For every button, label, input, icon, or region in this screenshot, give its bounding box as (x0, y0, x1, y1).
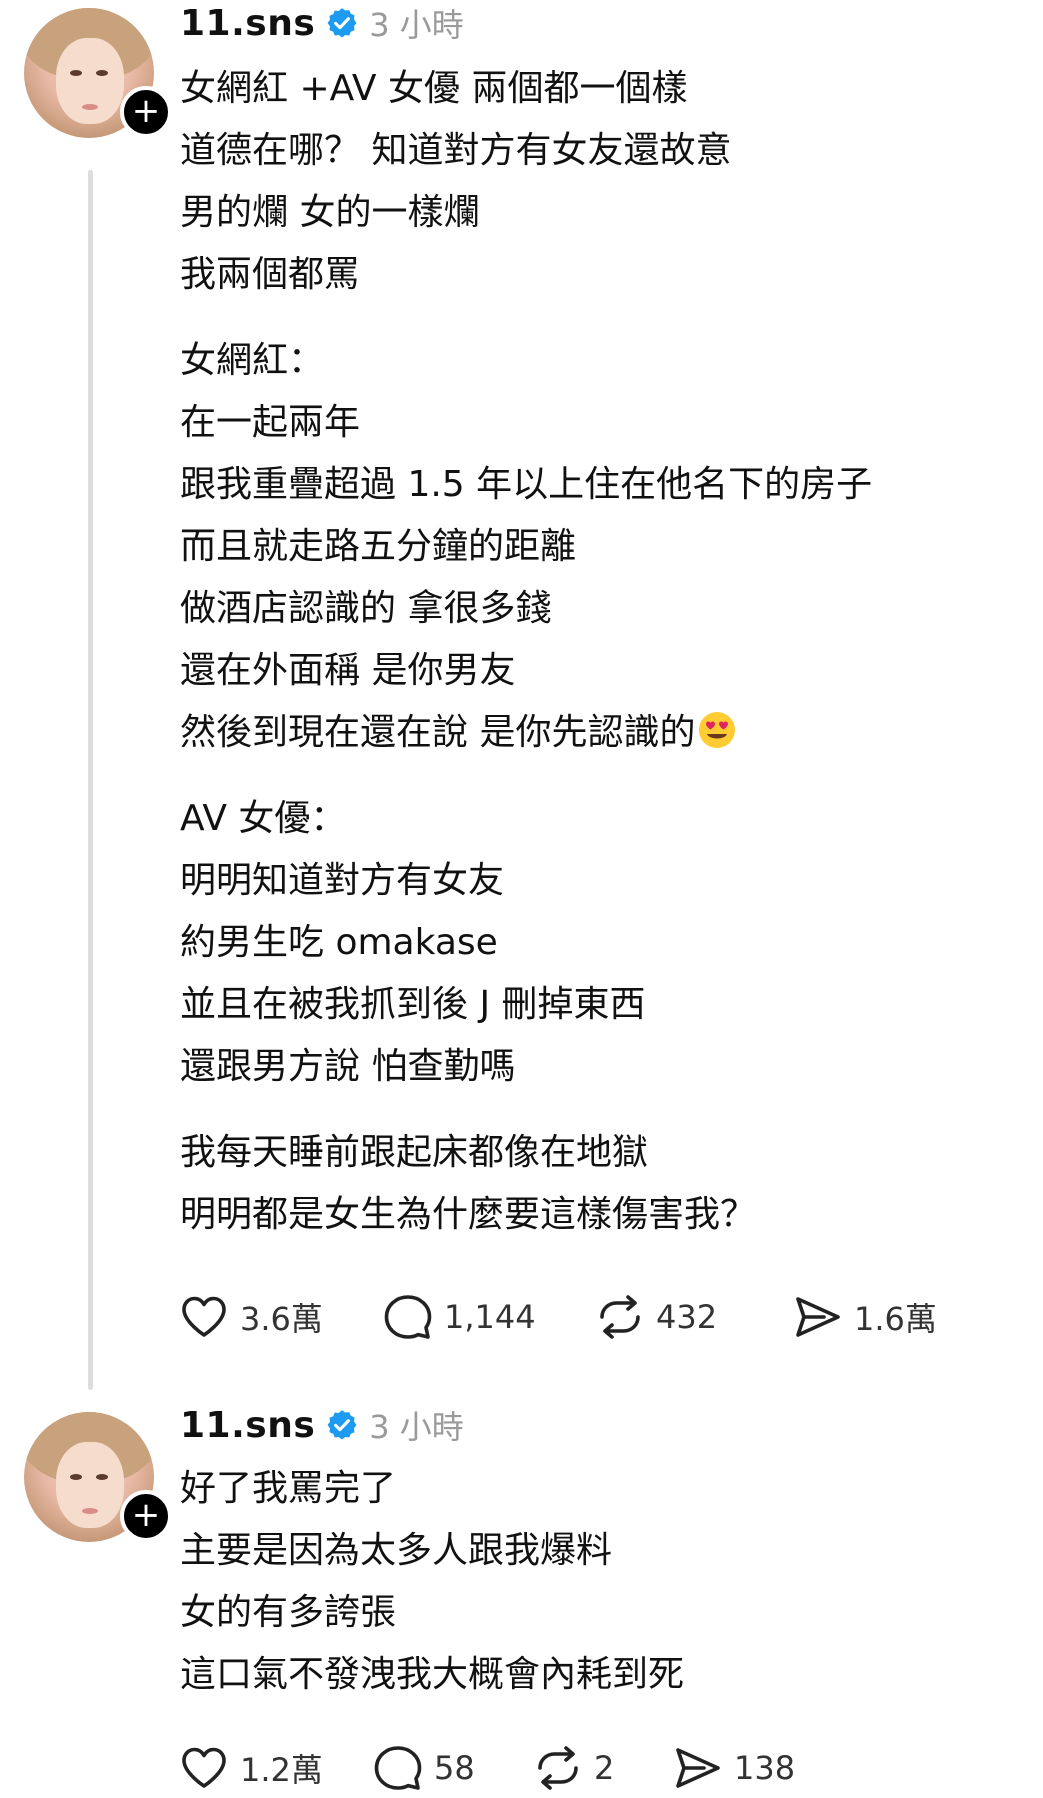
share-button[interactable]: 1.6萬 (792, 1291, 982, 1343)
username[interactable]: 11.sns (180, 1405, 315, 1446)
post-line: AV 女優： (180, 798, 347, 839)
post-line: 然後到現在還在說 是你先認識的 (180, 702, 1020, 764)
heart-icon (182, 1296, 226, 1337)
post-line: 做酒店認識的 拿很多錢 (180, 588, 552, 629)
post-actions: 1.2萬 58 2 138 (178, 1738, 832, 1798)
repost-icon (600, 1295, 640, 1339)
post-line: 約男生吃 omakase (180, 922, 498, 963)
post-line: 女的有多誇張 (180, 1592, 397, 1633)
post-line: 男的爛 女的一樣爛 (180, 192, 480, 233)
avatar-container[interactable]: + (24, 1412, 172, 1548)
comment-count: 58 (434, 1749, 475, 1787)
post-line: 女網紅 +AV 女優 兩個都一個樣 (180, 68, 688, 109)
post-header: 11.sns 3 小時 (180, 1402, 464, 1448)
post-actions: 3.6萬 1,144 432 1.6萬 (178, 1287, 982, 1347)
like-count: 1.2萬 (240, 1751, 323, 1789)
post-body: 女網紅 +AV 女優 兩個都一個樣 道德在哪？ 知道對方有女友還故意 男的爛 女… (180, 58, 1020, 1246)
verified-badge-icon (327, 1410, 357, 1440)
share-send-icon (796, 1297, 840, 1337)
avatar-container[interactable]: + (24, 8, 172, 144)
post-header: 11.sns 3 小時 (180, 0, 464, 46)
post-line: 還在外面稱 是你男友 (180, 650, 516, 691)
post-line: 我每天睡前跟起床都像在地獄 (180, 1132, 649, 1173)
comment-bubble-icon (384, 1295, 432, 1339)
post-line: 我兩個都罵 (180, 254, 361, 295)
thread-post: + 11.sns 3 小時 女網紅 +AV 女優 兩個都一個樣 道德在哪？ 知道… (0, 0, 1043, 1400)
thread-connector-line (88, 170, 93, 1390)
post-line: 明明都是女生為什麼要這樣傷害我？ (180, 1194, 757, 1235)
like-button[interactable]: 1.2萬 (178, 1742, 372, 1794)
post-line: 道德在哪？ 知道對方有女友還故意 (180, 130, 732, 171)
post-line: 主要是因為太多人跟我爆料 (180, 1530, 613, 1571)
follow-plus-icon[interactable]: + (120, 1490, 172, 1542)
share-count: 1.6萬 (854, 1300, 937, 1338)
post-timestamp: 3 小時 (369, 1408, 464, 1446)
like-count: 3.6萬 (240, 1300, 323, 1338)
repost-icon (538, 1746, 578, 1790)
post-line: 並且在被我抓到後 J 刪掉東西 (180, 984, 646, 1025)
thread-post: + 11.sns 3 小時 好了我罵完了 主要是因為太多人跟我爆料 女的有多誇張… (0, 1400, 1043, 1798)
post-line: 好了我罵完了 (180, 1468, 397, 1509)
post-line: 女網紅： (180, 340, 325, 381)
smiling-face-with-heart-eyes-icon (699, 712, 736, 748)
post-line: 明明知道對方有女友 (180, 860, 505, 901)
repost-count: 2 (594, 1749, 615, 1787)
post-line: 而且就走路五分鐘的距離 (180, 526, 577, 567)
share-button[interactable]: 138 (672, 1742, 832, 1794)
post-timestamp: 3 小時 (369, 6, 464, 44)
verified-badge-icon (327, 8, 357, 38)
follow-plus-icon[interactable]: + (120, 86, 172, 138)
share-count: 138 (734, 1749, 796, 1787)
repost-count: 432 (656, 1298, 718, 1336)
post-line: 在一起兩年 (180, 402, 361, 443)
comment-button[interactable]: 1,144 (382, 1291, 594, 1343)
comment-button[interactable]: 58 (372, 1742, 532, 1794)
heart-icon (182, 1747, 226, 1788)
like-button[interactable]: 3.6萬 (178, 1291, 382, 1343)
username[interactable]: 11.sns (180, 3, 315, 44)
repost-button[interactable]: 2 (532, 1742, 672, 1794)
post-line: 跟我重疊超過 1.5 年以上住在他名下的房子 (180, 464, 873, 505)
comment-bubble-icon (374, 1746, 422, 1790)
post-body: 好了我罵完了 主要是因為太多人跟我爆料 女的有多誇張 這口氣不發洩我大概會內耗到… (180, 1458, 1020, 1706)
post-line: 還跟男方說 怕查勤嗎 (180, 1046, 516, 1087)
post-line-text: 然後到現在還在說 是你先認識的 (180, 712, 696, 753)
comment-count: 1,144 (444, 1298, 536, 1336)
post-line: 這口氣不發洩我大概會內耗到死 (180, 1654, 685, 1695)
share-send-icon (676, 1748, 720, 1788)
repost-button[interactable]: 432 (594, 1291, 792, 1343)
